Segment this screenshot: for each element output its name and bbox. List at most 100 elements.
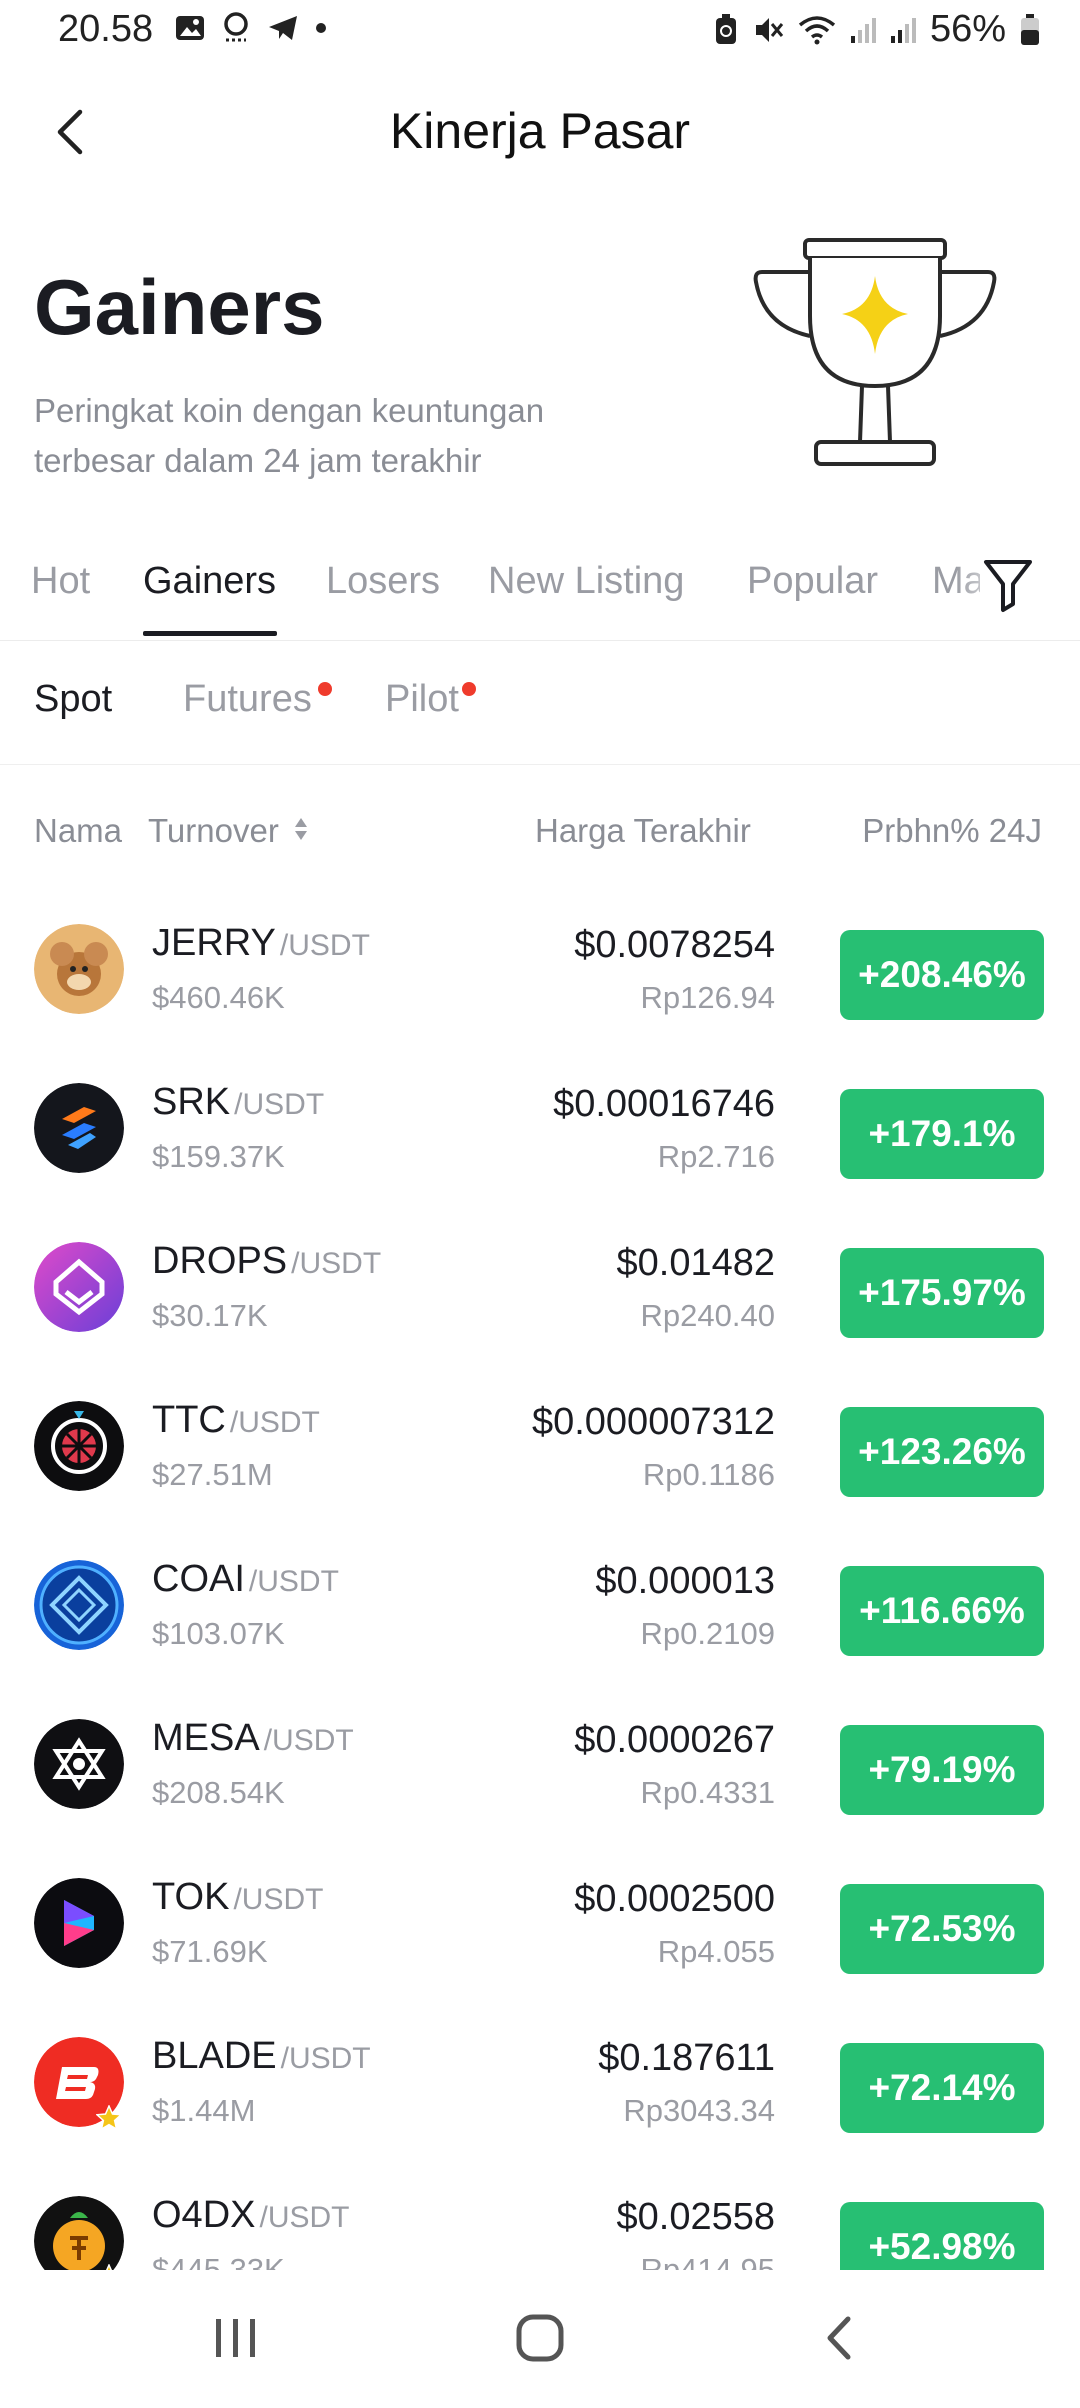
system-back-button[interactable] <box>800 2310 880 2370</box>
coin-price: $0.02558 <box>616 2196 776 2238</box>
list-item[interactable]: O4DX/USDT $445.33K $0.02558 Rp414.95 +52… <box>0 2152 1080 2270</box>
category-tabs: Hot Gainers Losers New Listing Popular M… <box>0 540 1080 641</box>
coin-pair: /USDT <box>248 1565 339 1598</box>
coin-price: $0.0078254 <box>574 924 775 966</box>
status-time: 20.58 <box>58 8 154 50</box>
list-item[interactable]: SRK/USDT $159.37K $0.00016746 Rp2.716 +1… <box>0 1039 1080 1198</box>
gallery-icon <box>175 14 205 42</box>
active-tab-indicator <box>143 631 277 636</box>
change-badge: +79.19% <box>840 1725 1044 1815</box>
coin-symbol-text: DROPS <box>152 1240 288 1282</box>
telegram-icon <box>267 14 299 42</box>
coin-symbol-text: SRK <box>152 1081 231 1123</box>
change-badge: +179.1% <box>840 1089 1044 1179</box>
coin-turnover: $103.07K <box>152 1616 285 1651</box>
list-item[interactable]: COAI/USDT $103.07K $0.000013 Rp0.2109 +1… <box>0 1516 1080 1675</box>
tab-hot[interactable]: Hot <box>31 560 90 603</box>
home-button[interactable] <box>500 2310 580 2370</box>
coin-symbol-text: TOK <box>152 1876 230 1918</box>
coin-symbol-text: BLADE <box>152 2035 277 2077</box>
battery-icon <box>1020 13 1040 46</box>
battery-saver-icon <box>714 13 738 46</box>
tab-new-listing[interactable]: New Listing <box>488 560 684 603</box>
coin-price-idr: Rp3043.34 <box>623 2093 775 2128</box>
page-title: Kinerja Pasar <box>389 103 691 159</box>
o4dx-logo-icon <box>34 2196 124 2270</box>
coin-price-idr: Rp0.1186 <box>642 1457 775 1492</box>
column-turnover[interactable]: Turnover <box>148 812 308 850</box>
coin-price: $0.000007312 <box>531 1401 775 1443</box>
subtab-spot[interactable]: Spot <box>34 678 112 721</box>
tab-popular[interactable]: Popular <box>747 560 878 603</box>
list-item[interactable]: JERRY/USDT $460.46K $0.0078254 Rp126.94 … <box>0 880 1080 1039</box>
coin-symbol: COAI/USDT <box>152 1558 339 1601</box>
notification-icons <box>175 12 327 44</box>
tab-losers[interactable]: Losers <box>326 560 440 603</box>
wifi-icon <box>798 15 836 45</box>
market-type-tabs: Spot Futures Pilot <box>0 640 1080 765</box>
recent-apps-button[interactable] <box>196 2310 276 2370</box>
coin-symbol-text: JERRY <box>152 922 276 964</box>
signal-icon-2 <box>890 16 916 44</box>
coin-turnover: $460.46K <box>152 980 285 1015</box>
list-item[interactable]: BLADE/USDT $1.44M $0.187611 Rp3043.34 +7… <box>0 1993 1080 2152</box>
srk-logo-icon <box>34 1083 124 1173</box>
coin-pair: /USDT <box>280 2042 371 2075</box>
coin-price: $0.0000267 <box>574 1719 775 1761</box>
coin-price-idr: Rp0.4331 <box>640 1775 775 1810</box>
list-item[interactable]: MESA/USDT $208.54K $0.0000267 Rp0.4331 +… <box>0 1675 1080 1834</box>
coin-pair: /USDT <box>259 2201 350 2234</box>
jerry-logo-icon <box>34 924 124 1014</box>
coin-symbol-text: COAI <box>152 1558 245 1600</box>
coin-turnover: $445.33K <box>152 2252 285 2270</box>
list-item[interactable]: TOK/USDT $71.69K $0.0002500 Rp4.055 +72.… <box>0 1834 1080 1993</box>
column-headers: Nama Turnover Harga Terakhir Prbhn% 24J <box>0 800 1080 860</box>
pilot-notification-dot <box>462 682 476 696</box>
coin-symbol: JERRY/USDT <box>152 922 370 965</box>
more-notifications-dot-icon <box>315 22 327 34</box>
coin-pair: /USDT <box>263 1724 354 1757</box>
coin-pair: /USDT <box>291 1247 382 1280</box>
column-name: Nama <box>34 812 123 849</box>
coin-symbol: BLADE/USDT <box>152 2035 371 2078</box>
coin-symbol: DROPS/USDT <box>152 1240 381 1283</box>
column-change: Prbhn% 24J <box>862 812 1042 849</box>
back-arrow-icon <box>820 2313 860 2368</box>
coin-price: $0.0002500 <box>574 1878 775 1920</box>
coin-price-idr: Rp414.95 <box>640 2252 775 2270</box>
battery-percent: 56% <box>929 8 1006 50</box>
coin-symbol: TOK/USDT <box>152 1876 323 1919</box>
filter-button[interactable] <box>980 554 1040 618</box>
coin-symbol-text: TTC <box>152 1399 226 1441</box>
change-badge: +72.14% <box>840 2043 1044 2133</box>
coin-turnover: $71.69K <box>152 1934 268 1969</box>
coin-list: JERRY/USDT $460.46K $0.0078254 Rp126.94 … <box>0 880 1080 2270</box>
coin-symbol-text: O4DX <box>152 2194 256 2236</box>
coin-price: $0.000013 <box>595 1560 775 1602</box>
coin-symbol-text: MESA <box>152 1717 260 1759</box>
coin-price: $0.00016746 <box>553 1083 775 1125</box>
change-badge: +123.26% <box>840 1407 1044 1497</box>
coin-price: $0.01482 <box>616 1242 776 1284</box>
home-icon <box>515 2313 565 2368</box>
change-badge: +72.53% <box>840 1884 1044 1974</box>
recent-apps-icon <box>212 2315 260 2366</box>
signal-icon-1 <box>850 16 876 44</box>
chat-icon <box>221 12 251 44</box>
favorite-star-icon <box>95 2104 123 2136</box>
subtab-futures[interactable]: Futures <box>183 678 312 721</box>
list-item[interactable]: TTC/USDT $27.51M $0.000007312 Rp0.1186 +… <box>0 1357 1080 1516</box>
tab-gainers[interactable]: Gainers <box>143 560 276 603</box>
coin-pair: /USDT <box>279 929 370 962</box>
coin-price-idr: Rp0.2109 <box>640 1616 775 1651</box>
subtab-pilot[interactable]: Pilot <box>385 678 459 721</box>
list-item[interactable]: DROPS/USDT $30.17K $0.01482 Rp240.40 +17… <box>0 1198 1080 1357</box>
ttc-logo-icon <box>34 1401 124 1491</box>
column-turnover-label: Turnover <box>148 812 279 849</box>
system-status: 56% <box>714 8 1040 51</box>
coin-turnover: $27.51M <box>152 1457 273 1492</box>
coin-turnover: $30.17K <box>152 1298 268 1333</box>
coin-pair: /USDT <box>233 1883 324 1916</box>
coin-price-idr: Rp2.716 <box>657 1139 775 1174</box>
coin-price: $0.187611 <box>598 2037 775 2079</box>
